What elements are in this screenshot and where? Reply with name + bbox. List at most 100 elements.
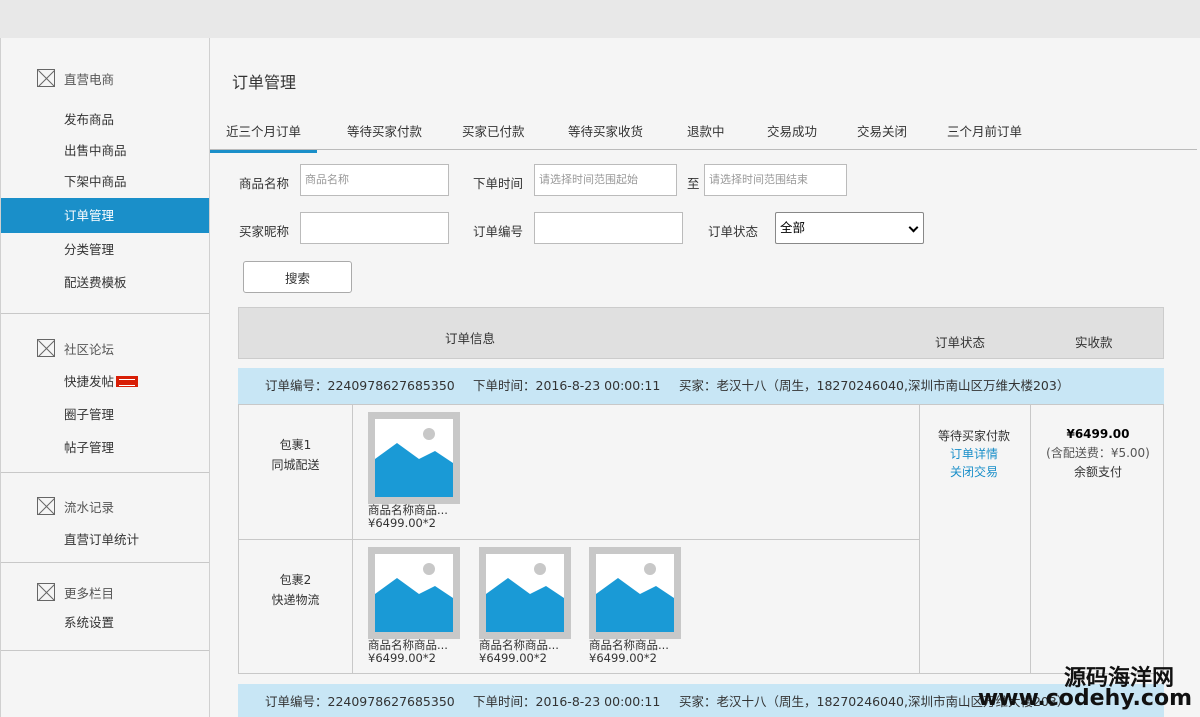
- pay-method: 余额支付: [1073, 465, 1122, 479]
- order-no-input[interactable]: [534, 212, 683, 244]
- amount-cell: ¥6499.00 (含配送费：¥5.00) 余额支付: [1031, 425, 1165, 482]
- product-item[interactable]: 商品名称商品... ¥6499.00*2: [479, 547, 571, 665]
- image-placeholder-icon: [375, 563, 453, 632]
- sidebar-item-publish[interactable]: 发布商品: [1, 103, 209, 136]
- image-placeholder-icon: [375, 428, 453, 497]
- sidebar-group-forum: 社区论坛 快捷发帖 圈子管理 帖子管理: [1, 314, 209, 473]
- hot-badge-icon: [116, 376, 139, 387]
- header-order-info: 订单信息: [445, 331, 496, 346]
- product-price: ¥6499.00*2: [368, 651, 436, 665]
- product-item[interactable]: 商品名称商品... ¥6499.00*2: [589, 547, 681, 665]
- order-detail-link[interactable]: 订单详情: [919, 445, 1029, 463]
- search-button[interactable]: 搜索: [243, 261, 352, 293]
- tab-recent-3-months[interactable]: 近三个月订单: [210, 121, 318, 153]
- status-select[interactable]: 全部: [775, 212, 924, 244]
- table-header: 订单信息 订单状态 实收款: [238, 307, 1164, 359]
- product-price: ¥6499.00*2: [589, 651, 657, 665]
- time-end-input[interactable]: 请选择时间范围结束: [704, 164, 847, 196]
- to-label: 至: [687, 176, 700, 191]
- sidebar-item-shipping-template[interactable]: 配送费模板: [1, 266, 209, 299]
- sidebar-item-posts[interactable]: 帖子管理: [1, 431, 209, 464]
- placeholder-icon: [37, 69, 55, 87]
- tab-success[interactable]: 交易成功: [767, 121, 817, 149]
- product-item[interactable]: 商品名称商品... ¥6499.00*2: [368, 547, 460, 665]
- sidebar-group-title[interactable]: 社区论坛: [1, 336, 209, 360]
- order-time-label: 下单时间: [473, 176, 524, 191]
- divider: [239, 539, 919, 540]
- main-panel: 订单管理 近三个月订单 等待买家付款 买家已付款 等待买家收货 退款中 交易成功…: [210, 38, 1200, 717]
- sidebar-group-title[interactable]: 流水记录: [1, 494, 209, 518]
- tab-older-orders[interactable]: 三个月前订单: [947, 121, 1022, 149]
- sidebar-item-settings[interactable]: 系统设置: [1, 606, 209, 639]
- sidebar-item-orders[interactable]: 订单管理: [1, 198, 209, 233]
- tab-closed[interactable]: 交易关闭: [857, 121, 907, 149]
- sidebar: 直营电商 发布商品 出售中商品 下架中商品 订单管理 分类管理 配送费模板 社区…: [0, 38, 210, 717]
- order-body: 包裹1 同城配送 包裹2 快递物流 商品名称商品... ¥6499.00*2 商…: [238, 404, 1164, 674]
- sidebar-group-more: 更多栏目 系统设置: [1, 563, 209, 651]
- status-select-value: 全部: [780, 220, 806, 235]
- quick-post-label: 快捷发帖: [64, 374, 115, 389]
- tab-awaiting-payment[interactable]: 等待买家付款: [347, 121, 422, 149]
- product-thumbnail[interactable]: [368, 412, 460, 504]
- product-item[interactable]: 商品名称商品... ¥6499.00*2: [368, 412, 460, 530]
- order-number: 订单编号：2240978627685350: [265, 378, 455, 393]
- product-thumbnail[interactable]: [368, 547, 460, 639]
- order-tabs: 近三个月订单 等待买家付款 买家已付款 等待买家收货 退款中 交易成功 交易关闭…: [210, 118, 1197, 153]
- sidebar-group-title[interactable]: 直营电商: [1, 66, 209, 90]
- product-thumbnail[interactable]: [589, 547, 681, 639]
- tab-paid[interactable]: 买家已付款: [462, 121, 525, 149]
- sidebar-item-off-shelf[interactable]: 下架中商品: [1, 165, 209, 198]
- product-name-input[interactable]: 商品名称: [300, 164, 449, 196]
- order-time: 下单时间：2016-8-23 00:00:11: [473, 694, 661, 709]
- shipping-fee: (含配送费：¥5.00): [1046, 446, 1150, 460]
- watermark-url: www.codehy.com: [977, 686, 1192, 711]
- sidebar-item-on-sale[interactable]: 出售中商品: [1, 134, 209, 167]
- package-name: 包裹1: [279, 438, 312, 452]
- header-amount: 实收款: [1075, 335, 1113, 350]
- sidebar-group-ecommerce: 直营电商 发布商品 出售中商品 下架中商品 订单管理 分类管理 配送费模板: [1, 38, 209, 314]
- product-name-label: 商品名称: [239, 176, 290, 191]
- sidebar-item-categories[interactable]: 分类管理: [1, 233, 209, 266]
- time-start-input[interactable]: 请选择时间范围起始: [534, 164, 677, 196]
- page-title: 订单管理: [232, 73, 297, 92]
- status-label: 订单状态: [708, 224, 759, 239]
- header-order-status: 订单状态: [935, 335, 986, 350]
- chevron-down-icon: [908, 222, 919, 233]
- group-title-text: 社区论坛: [64, 341, 115, 357]
- order-number: 订单编号：2240978627685350: [265, 694, 455, 709]
- tab-awaiting-receipt[interactable]: 等待买家收货: [568, 121, 643, 149]
- order-status-cell: 等待买家付款 订单详情 关闭交易: [919, 427, 1029, 481]
- image-placeholder-icon: [486, 563, 564, 632]
- order-time: 下单时间：2016-8-23 00:00:11: [473, 378, 661, 393]
- product-price: ¥6499.00*2: [368, 516, 436, 530]
- order-amount: ¥6499.00: [1066, 427, 1130, 441]
- buyer-label: 买家昵称: [239, 224, 290, 239]
- placeholder-icon: [37, 583, 55, 601]
- order-no-label: 订单编号: [473, 224, 524, 239]
- group-title-text: 直营电商: [64, 71, 115, 87]
- buyer-info: 买家：老汉十八（周生，18270246040,深圳市南山区万维大楼203）: [679, 378, 1070, 393]
- sidebar-item-circles[interactable]: 圈子管理: [1, 398, 209, 431]
- sidebar-item-order-stats[interactable]: 直营订单统计: [1, 523, 209, 556]
- placeholder-icon: [37, 339, 55, 357]
- sidebar-group-records: 流水记录 直营订单统计: [1, 473, 209, 563]
- package-1-info: 包裹1 同城配送: [239, 435, 352, 475]
- order-status: 等待买家付款: [937, 429, 1010, 443]
- group-title-text: 流水记录: [64, 499, 115, 515]
- package-method: 同城配送: [271, 458, 320, 472]
- image-placeholder-icon: [596, 563, 674, 632]
- placeholder-icon: [37, 497, 55, 515]
- package-2-info: 包裹2 快递物流: [239, 570, 352, 610]
- product-thumbnail[interactable]: [479, 547, 571, 639]
- top-bar: [0, 0, 1200, 38]
- sidebar-item-quick-post[interactable]: 快捷发帖: [1, 365, 209, 398]
- group-title-text: 更多栏目: [64, 585, 115, 601]
- package-method: 快递物流: [271, 593, 320, 607]
- sidebar-group-title[interactable]: 更多栏目: [1, 580, 209, 604]
- close-order-link[interactable]: 关闭交易: [919, 463, 1029, 481]
- order-info-bar: 订单编号：2240978627685350 下单时间：2016-8-23 00:…: [238, 368, 1164, 404]
- buyer-input[interactable]: [300, 212, 449, 244]
- product-price: ¥6499.00*2: [479, 651, 547, 665]
- package-name: 包裹2: [279, 573, 312, 587]
- tab-refunding[interactable]: 退款中: [687, 121, 725, 149]
